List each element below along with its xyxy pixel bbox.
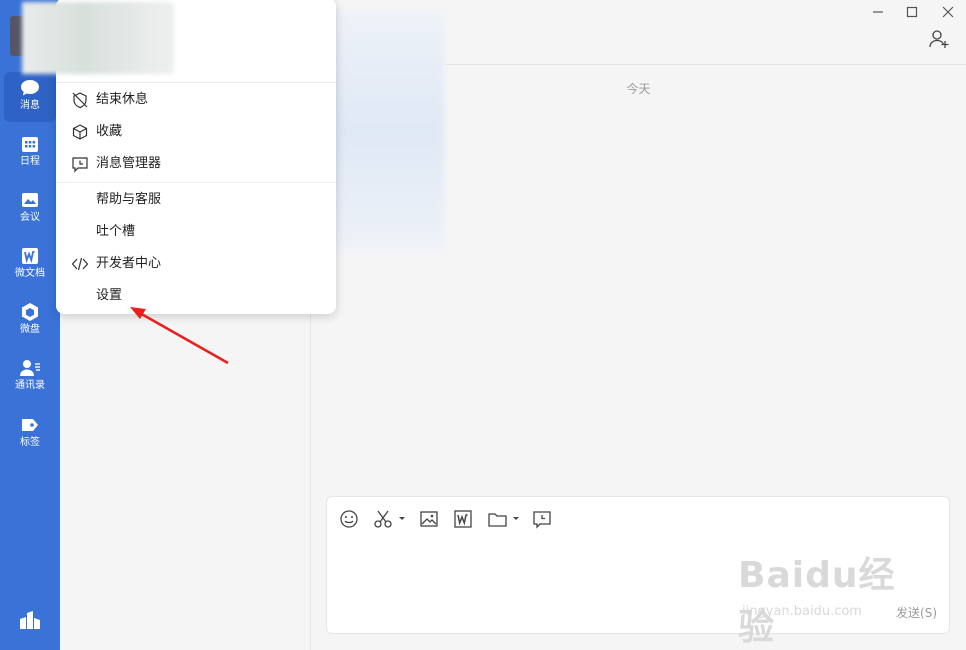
nav-item-calendar[interactable]: 日程	[4, 128, 56, 178]
nav-item-messages[interactable]: 消息	[4, 72, 56, 122]
emoji-button[interactable]	[339, 509, 359, 529]
cube-icon	[72, 124, 88, 140]
chat-bubble-icon	[21, 80, 39, 96]
document-button[interactable]	[453, 509, 473, 529]
more-apps-button[interactable]	[19, 610, 41, 634]
left-nav: 消息 日程 会议 微文档 微盘 通讯录 标签	[0, 0, 60, 650]
screenshot-button[interactable]	[373, 509, 407, 529]
emoji-icon	[340, 510, 358, 528]
scissors-icon	[374, 510, 405, 528]
nav-item-docs[interactable]: 微文档	[4, 240, 56, 290]
nav-item-contacts[interactable]: 通讯录	[4, 352, 56, 402]
close-button[interactable]	[938, 4, 958, 20]
folder-icon	[488, 513, 519, 527]
menu-item-label: 消息管理器	[96, 156, 162, 171]
menu-divider	[56, 182, 336, 183]
maximize-button[interactable]	[902, 4, 922, 20]
nav-label: 微文档	[15, 268, 45, 279]
header-divider	[444, 64, 966, 65]
menu-item-message-manager[interactable]: 消息管理器	[56, 149, 336, 179]
contacts-icon	[20, 360, 40, 376]
nav-label: 会议	[20, 212, 40, 223]
meeting-icon	[22, 193, 38, 207]
minimize-button[interactable]	[868, 4, 888, 20]
nav-label: 消息	[20, 100, 40, 111]
image-button[interactable]	[419, 509, 439, 529]
menu-divider	[56, 82, 336, 83]
nav-label: 日程	[20, 156, 40, 167]
menu-item-label: 吐个槽	[96, 224, 136, 239]
nav-label: 通讯录	[15, 380, 45, 391]
menu-item-label: 收藏	[96, 124, 123, 139]
watermark-brand: Baidu经验	[738, 555, 896, 648]
code-icon	[71, 257, 89, 271]
add-member-button[interactable]	[928, 28, 950, 54]
annotation-arrow-icon	[130, 307, 229, 365]
blurred-profile-region	[22, 2, 174, 74]
rest-end-icon	[72, 92, 88, 109]
close-icon	[942, 6, 954, 18]
menu-item-label: 开发者中心	[96, 256, 162, 271]
menu-item-label: 帮助与客服	[96, 192, 162, 207]
doc-icon	[22, 248, 38, 264]
apps-icon	[20, 611, 40, 629]
menu-item-favorites[interactable]: 收藏	[56, 117, 336, 147]
nav-item-drive[interactable]: 微盘	[4, 296, 56, 346]
image-icon	[420, 511, 438, 527]
watermark-url: jingyan.baidu.com	[742, 604, 862, 619]
message-manager-icon	[72, 157, 88, 173]
nav-item-meeting[interactable]: 会议	[4, 184, 56, 234]
tag-icon	[22, 419, 38, 431]
menu-item-end-break[interactable]: 结束休息	[56, 85, 336, 115]
menu-item-label: 结束休息	[96, 92, 149, 107]
nav-label: 微盘	[20, 324, 40, 335]
menu-item-feedback[interactable]: 吐个槽	[56, 217, 336, 247]
maximize-icon	[906, 6, 918, 18]
word-doc-icon	[454, 510, 472, 528]
menu-item-help[interactable]: 帮助与客服	[56, 185, 336, 215]
menu-item-developer-center[interactable]: 开发者中心	[56, 249, 336, 279]
calendar-icon	[22, 137, 38, 152]
file-button[interactable]	[487, 509, 521, 529]
nav-label: 标签	[20, 437, 40, 448]
message-clock-icon	[533, 511, 551, 529]
history-button[interactable]	[532, 509, 552, 529]
watermark: Baidu经验 jingyan.baidu.com	[738, 546, 918, 648]
menu-item-label: 设置	[96, 288, 123, 303]
nav-item-tags[interactable]: 标签	[4, 409, 56, 459]
minimize-icon	[873, 11, 883, 13]
drive-icon	[22, 303, 38, 321]
add-user-icon	[929, 30, 949, 48]
